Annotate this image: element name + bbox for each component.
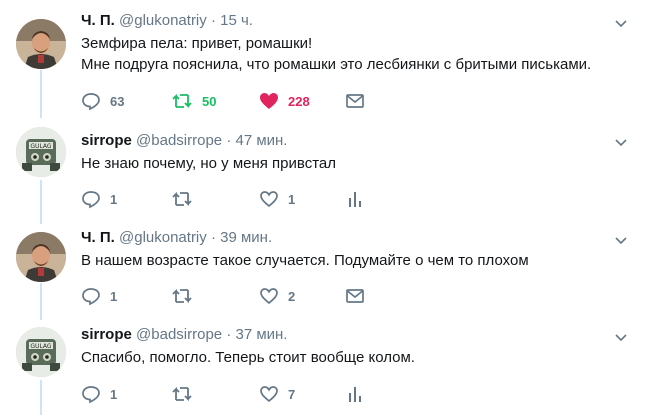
retweet-icon (172, 93, 192, 109)
reply-count: 1 (110, 288, 118, 304)
tweet-actions: 1 1 (81, 189, 401, 209)
like-count: 7 (288, 386, 296, 402)
display-name[interactable]: sirrope (81, 132, 132, 149)
tweet-text-line: Спасибо, помогло. Теперь стоит вообще ко… (81, 349, 415, 366)
heart-filled-icon (260, 93, 278, 109)
man-portrait-avatar[interactable] (16, 19, 66, 69)
tweet-text: Земфира пела: привет, ромашки! Мне подру… (81, 33, 591, 75)
retweet-icon (172, 288, 192, 304)
timestamp[interactable]: 47 мин. (235, 132, 287, 149)
tweet-header: sirrope @badsirrope · 37 мин. (81, 326, 287, 344)
like-count: 1 (288, 191, 296, 207)
reply-button[interactable]: 1 (81, 189, 117, 209)
user-handle[interactable]: @badsirrope (136, 132, 222, 149)
retweet-button[interactable] (171, 189, 202, 209)
reply-icon (82, 93, 100, 111)
direct-message-button[interactable] (345, 286, 365, 306)
chevron-down-icon[interactable] (613, 232, 629, 248)
tweet-text: В нашем возрасте такое случается. Подума… (81, 250, 529, 271)
display-name[interactable]: sirrope (81, 326, 132, 343)
tweet[interactable]: GULAG sirrope @badsirrope · 47 мин. Не з… (0, 118, 647, 224)
display-name[interactable]: Ч. П. (81, 229, 115, 246)
reply-button[interactable]: 1 (81, 384, 117, 404)
heart-icon (260, 191, 278, 208)
tweet-text: Не знаю почему, но у меня привстал (81, 153, 336, 174)
like-button[interactable]: 7 (259, 384, 295, 404)
gulag-cartoon-avatar[interactable]: GULAG (16, 327, 66, 377)
svg-text:GULAG: GULAG (30, 343, 52, 350)
retweet-button[interactable] (171, 384, 202, 404)
separator: · (226, 132, 232, 149)
tweet[interactable]: GULAG sirrope @badsirrope · 37 мин. Спас… (0, 320, 647, 415)
retweet-icon (172, 191, 192, 207)
heart-icon (260, 386, 278, 403)
direct-message-button[interactable] (345, 91, 365, 111)
reply-icon (82, 191, 100, 209)
tweet-header: sirrope @badsirrope · 47 мин. (81, 132, 287, 150)
retweet-count: 50 (202, 93, 217, 109)
analytics-button[interactable] (347, 384, 363, 404)
tweet-text-line: В нашем возрасте такое случается. Подума… (81, 252, 529, 269)
like-count: 228 (288, 93, 310, 109)
chevron-down-icon[interactable] (613, 134, 629, 150)
tweet-text: Спасибо, помогло. Теперь стоит вообще ко… (81, 347, 415, 368)
like-button[interactable]: 2 (259, 286, 295, 306)
analytics-icon (349, 387, 361, 402)
tweet-actions: 1 7 (81, 384, 401, 404)
like-count: 2 (288, 288, 296, 304)
tweet-text-line: Мне подруга пояснила, что ромашки это ле… (81, 56, 592, 73)
reply-icon (82, 386, 100, 404)
envelope-icon (346, 94, 364, 108)
analytics-button[interactable] (347, 189, 363, 209)
retweet-button[interactable] (171, 286, 202, 306)
user-handle[interactable]: @glukonatriy (119, 229, 207, 246)
display-name[interactable]: Ч. П. (81, 12, 115, 29)
tweet-text-line: Земфира пела: привет, ромашки! (81, 35, 313, 52)
retweet-icon (172, 386, 192, 402)
chevron-down-icon[interactable] (613, 329, 629, 345)
reply-button[interactable]: 63 (81, 91, 124, 111)
reply-count: 1 (110, 386, 118, 402)
separator: · (226, 326, 232, 343)
tweet-header: Ч. П. @glukonatriy · 39 мин. (81, 229, 272, 247)
tweet-actions: 1 2 (81, 286, 401, 306)
separator: · (210, 229, 216, 246)
like-button[interactable]: 228 (259, 91, 310, 111)
retweet-button[interactable]: 50 (171, 91, 216, 111)
tweet-actions: 63 50 228 (81, 91, 401, 111)
tweet-header: Ч. П. @glukonatriy · 15 ч. (81, 12, 253, 30)
gulag-cartoon-avatar[interactable]: GULAG (16, 127, 66, 177)
reply-count: 1 (110, 191, 118, 207)
reply-count: 63 (110, 93, 125, 109)
heart-icon (260, 288, 278, 305)
reply-icon (82, 288, 100, 306)
user-handle[interactable]: @badsirrope (136, 326, 222, 343)
analytics-icon (349, 192, 361, 207)
tweet-text-line: Не знаю почему, но у меня привстал (81, 155, 336, 172)
timestamp[interactable]: 39 мин. (220, 229, 272, 246)
reply-button[interactable]: 1 (81, 286, 117, 306)
separator: · (210, 12, 216, 29)
man-portrait-avatar[interactable] (16, 232, 66, 282)
user-handle[interactable]: @glukonatriy (119, 12, 207, 29)
tweet[interactable]: Ч. П. @glukonatriy · 15 ч. Земфира пела:… (0, 0, 647, 118)
tweet[interactable]: Ч. П. @glukonatriy · 39 мин. В нашем воз… (0, 224, 647, 320)
envelope-icon (346, 289, 364, 303)
chevron-down-icon[interactable] (613, 15, 629, 31)
svg-text:GULAG: GULAG (30, 143, 52, 150)
like-button[interactable]: 1 (259, 189, 295, 209)
timestamp[interactable]: 15 ч. (220, 12, 253, 29)
timestamp[interactable]: 37 мин. (235, 326, 287, 343)
